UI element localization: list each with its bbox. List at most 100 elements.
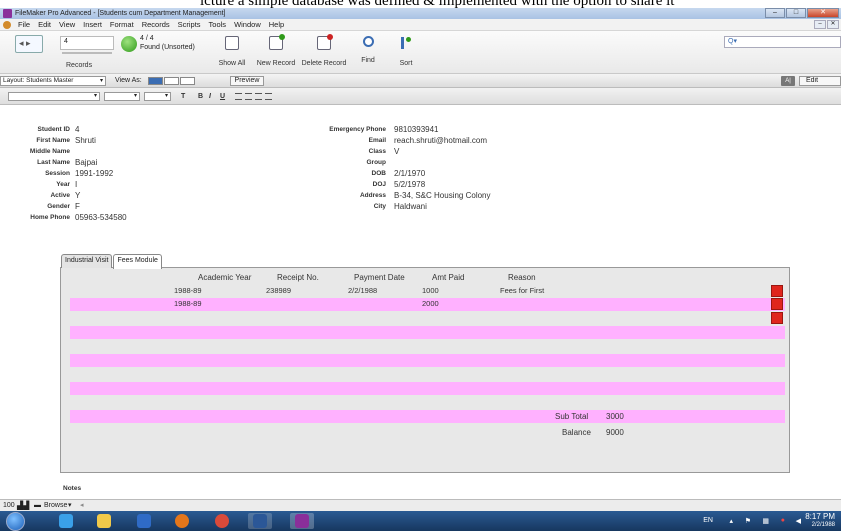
align-right-icon[interactable] xyxy=(255,93,262,100)
text-color-select[interactable]: ▾ xyxy=(144,92,171,101)
delete-record-button[interactable]: Delete Record xyxy=(298,34,350,70)
active-field[interactable]: Y xyxy=(75,191,80,200)
zoom-level[interactable]: 100 xyxy=(3,500,15,511)
text-style-button[interactable]: T xyxy=(181,92,185,101)
menu-scripts[interactable]: Scripts xyxy=(174,19,205,31)
reason-cell[interactable]: Fees for First xyxy=(500,286,544,295)
menu-records[interactable]: Records xyxy=(138,19,174,31)
formatting-bar-toggle-button[interactable]: A| xyxy=(781,76,795,86)
table-row[interactable] xyxy=(70,340,785,353)
payment-date-cell[interactable]: 2/2/1988 xyxy=(348,286,377,295)
font-family-select[interactable]: ▾ xyxy=(8,92,100,101)
address-field[interactable]: B-34, S&C Housing Colony xyxy=(394,191,491,200)
city-field[interactable]: Haldwani xyxy=(394,202,427,211)
show-all-button[interactable]: Show All xyxy=(214,36,250,70)
show-hidden-icons-icon[interactable]: ▴ xyxy=(729,517,733,525)
year-field[interactable]: I xyxy=(75,180,77,189)
menu-format[interactable]: Format xyxy=(106,19,138,31)
delete-row-button[interactable] xyxy=(771,298,783,310)
align-justify-icon[interactable] xyxy=(265,93,272,100)
font-size-select[interactable]: ▾ xyxy=(104,92,140,101)
table-row[interactable] xyxy=(70,396,785,409)
found-set-pie-icon[interactable] xyxy=(121,36,137,52)
flag-icon[interactable]: ⚑ xyxy=(745,517,751,525)
student-id-field[interactable]: 4 xyxy=(75,125,79,134)
internet-explorer-icon[interactable] xyxy=(54,513,78,529)
current-record-field[interactable]: 4 xyxy=(60,36,114,50)
new-record-button[interactable]: New Record xyxy=(254,34,298,70)
table-row[interactable] xyxy=(70,382,785,395)
doj-field[interactable]: 5/2/1978 xyxy=(394,180,425,189)
zoom-icon[interactable]: ▟▟ xyxy=(17,500,29,511)
media-player-icon[interactable] xyxy=(132,513,156,529)
view-as-form-button[interactable] xyxy=(148,77,163,85)
mode-indicator[interactable]: Browse xyxy=(44,500,67,511)
menu-view[interactable]: View xyxy=(55,19,79,31)
gender-field[interactable]: F xyxy=(75,202,80,211)
academic-year-cell[interactable]: 1988-89 xyxy=(174,286,202,295)
amt-paid-cell[interactable]: 2000 xyxy=(422,299,439,308)
start-button[interactable] xyxy=(6,512,25,531)
align-center-icon[interactable] xyxy=(245,93,252,100)
align-left-icon[interactable] xyxy=(235,93,242,100)
file-explorer-icon[interactable] xyxy=(92,513,116,529)
doc-minimize-button[interactable]: – xyxy=(814,20,826,29)
table-row[interactable]: 1988-89 238989 2/2/1988 1000 Fees for Fi… xyxy=(70,285,785,298)
layout-selector[interactable]: Layout: Students Master ▾ xyxy=(0,76,106,86)
emergency-phone-field[interactable]: 9810393941 xyxy=(394,125,439,134)
clock-date[interactable]: 2/2/1988 xyxy=(812,522,835,528)
last-name-field[interactable]: Bajpai xyxy=(75,158,97,167)
table-row[interactable] xyxy=(70,312,785,325)
menu-insert[interactable]: Insert xyxy=(79,19,106,31)
quick-find-search-input[interactable]: Q▾ xyxy=(724,36,841,48)
clock-time[interactable]: 8:17 PM xyxy=(805,512,835,521)
view-as-table-button[interactable] xyxy=(180,77,195,85)
maximize-button[interactable]: □ xyxy=(786,8,806,18)
doc-close-button[interactable]: ✕ xyxy=(827,20,839,29)
underline-button[interactable]: U xyxy=(220,92,225,101)
table-row[interactable] xyxy=(70,368,785,381)
status-toolbar-toggle-icon[interactable]: ▬ xyxy=(34,500,41,511)
word-icon[interactable] xyxy=(248,513,272,529)
amt-paid-cell[interactable]: 1000 xyxy=(422,286,439,295)
menu-window[interactable]: Window xyxy=(230,19,265,31)
language-indicator[interactable]: EN xyxy=(703,517,713,524)
bold-button[interactable]: B xyxy=(198,92,203,101)
tab-fees-module[interactable]: Fees Module xyxy=(113,254,162,269)
close-button[interactable]: ✕ xyxy=(807,8,839,18)
delete-row-button[interactable] xyxy=(771,285,783,297)
academic-year-cell[interactable]: 1988-89 xyxy=(174,299,202,308)
class-field[interactable]: V xyxy=(394,147,399,156)
menu-tools[interactable]: Tools xyxy=(205,19,231,31)
network-icon[interactable]: ▦ xyxy=(762,517,769,525)
menu-edit[interactable]: Edit xyxy=(34,19,55,31)
document-icon[interactable] xyxy=(3,21,11,29)
menu-file[interactable]: File xyxy=(14,19,34,31)
table-row[interactable] xyxy=(70,410,785,423)
dob-field[interactable]: 2/1/1970 xyxy=(394,169,425,178)
receipt-no-cell[interactable]: 238989 xyxy=(266,286,291,295)
firefox-icon[interactable] xyxy=(170,513,194,529)
tab-industrial-visit[interactable]: Industrial Visit xyxy=(61,254,113,268)
minimize-button[interactable]: – xyxy=(765,8,785,18)
chrome-icon[interactable] xyxy=(210,513,234,529)
volume-icon[interactable]: ◀ xyxy=(796,517,801,525)
record-slider[interactable] xyxy=(62,52,112,54)
find-button[interactable]: Find xyxy=(355,36,381,70)
session-field[interactable]: 1991-1992 xyxy=(75,169,113,178)
first-name-field[interactable]: Shruti xyxy=(75,136,96,145)
view-as-list-button[interactable] xyxy=(164,77,179,85)
edit-layout-button[interactable]: Edit Layout xyxy=(799,76,841,86)
alert-icon[interactable]: ● xyxy=(781,517,785,524)
table-row[interactable] xyxy=(70,354,785,367)
record-book-icon[interactable] xyxy=(15,35,43,53)
email-field[interactable]: reach.shruti@hotmail.com xyxy=(394,136,487,145)
delete-row-button[interactable] xyxy=(771,312,783,324)
scroll-left-icon[interactable]: ◂ xyxy=(80,500,84,511)
filemaker-taskbar-icon[interactable] xyxy=(290,513,314,529)
sort-button[interactable]: Sort xyxy=(392,36,420,70)
table-row[interactable] xyxy=(70,326,785,339)
chevron-down-icon[interactable]: ▾ xyxy=(68,500,72,511)
preview-button[interactable]: Preview xyxy=(230,76,264,86)
italic-button[interactable]: I xyxy=(209,92,211,101)
